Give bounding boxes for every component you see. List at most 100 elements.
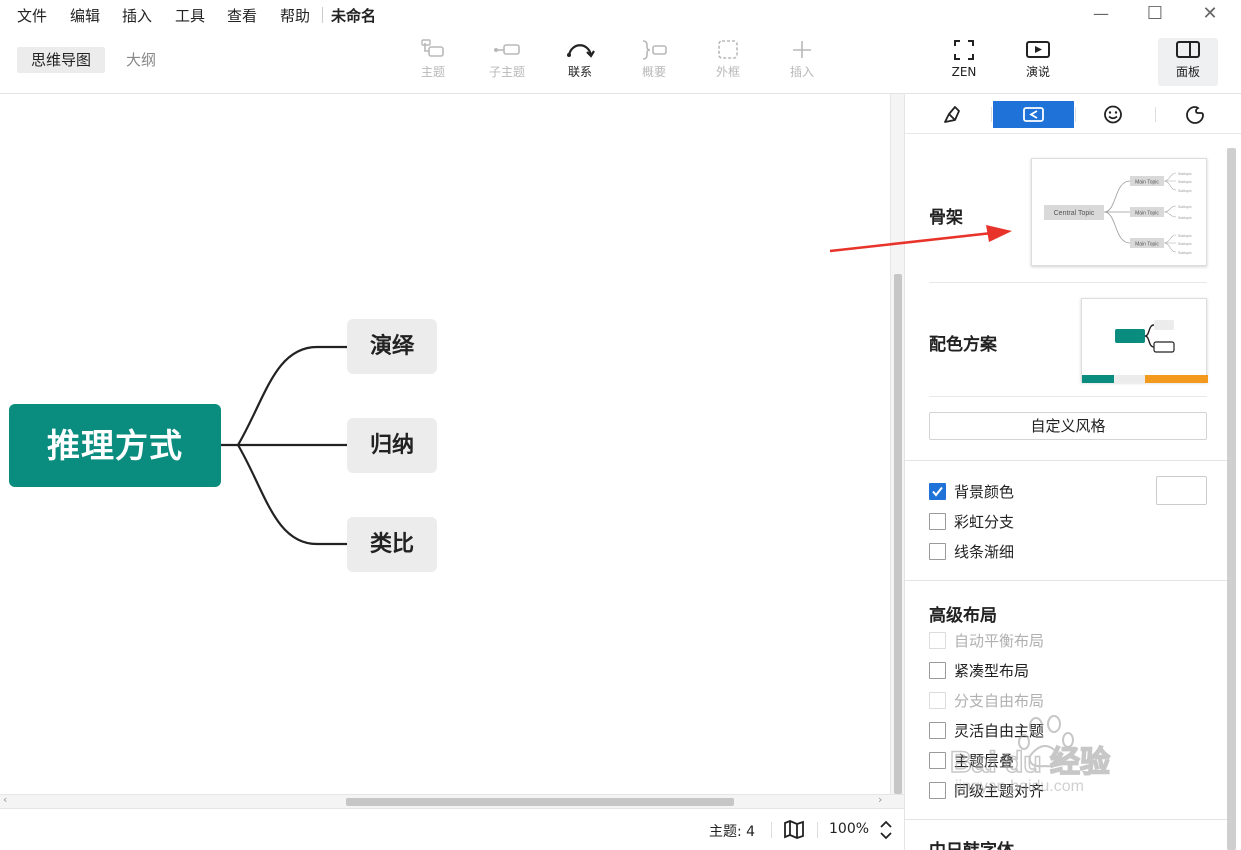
checkbox[interactable] [929,692,946,709]
preview-sub: Subtopic [1178,205,1192,209]
topic-count: 主题: 4 [709,824,756,840]
summary-icon [642,40,667,60]
section-divider [929,282,1207,283]
subtopic-label: 子主题 [488,65,525,79]
preview-main: Main Topic [1135,242,1159,248]
status-separator [771,822,772,838]
panel-icon [1176,41,1200,58]
scroll-left-icon[interactable]: ‹ [3,793,7,806]
checkbox[interactable] [929,632,946,649]
preview-sub: Subtopic [1178,189,1192,193]
option-compact-layout[interactable]: 紧凑型布局 [929,661,1129,681]
preview-main: Main Topic [1135,211,1159,217]
zen-button[interactable]: ZEN [934,38,994,86]
option-auto-balance[interactable]: 自动平衡布局 [929,631,1129,651]
main-topic-induction[interactable]: 归纳 [347,418,437,473]
tab-mindmap[interactable]: 思维导图 [17,47,106,73]
option-rainbow-branch[interactable]: 彩虹分支 [929,512,1129,532]
tab-outline[interactable]: 大纲 [112,47,170,73]
panel-tabs [905,94,1241,134]
menu-view[interactable]: 查看 [227,5,257,26]
relationship-button[interactable]: 联系 [550,38,610,86]
option-flexible-floating[interactable]: 灵活自由主题 [929,721,1129,741]
color-scheme-diagram [1082,320,1208,383]
scroll-thumb[interactable] [346,798,734,806]
checkbox-checked[interactable] [929,483,946,500]
pitch-button[interactable]: 演说 [1008,38,1068,86]
close-button[interactable]: ✕ [1195,3,1225,25]
preview-sub: Subtopic [1178,180,1192,184]
insert-button[interactable]: 插入 [772,38,832,86]
central-topic[interactable]: 推理方式 [9,404,221,487]
option-free-branch[interactable]: 分支自由布局 [929,691,1129,711]
checkbox[interactable] [929,662,946,679]
checkbox[interactable] [929,782,946,799]
menu-insert[interactable]: 插入 [122,5,152,26]
menu-tools[interactable]: 工具 [175,5,205,26]
annotation-arrow [829,225,1012,253]
menu-separator [322,7,323,23]
main-topic-analogy[interactable]: 类比 [347,517,437,572]
color-scheme-label: 配色方案 [929,335,997,355]
panel-button[interactable]: 面板 [1158,38,1218,86]
format-panel: 骨架 Central Topic Main Topic Main Topic M… [904,94,1241,850]
summary-label: 概要 [641,65,666,79]
panel-label: 面板 [1175,65,1200,79]
checkbox[interactable] [929,752,946,769]
check-icon [932,486,943,497]
tab-icons[interactable] [1073,101,1154,128]
preview-sub: Subtopic [1178,234,1192,238]
section-divider [905,819,1227,820]
boundary-icon [718,40,738,59]
option-topic-overlap[interactable]: 主题层叠 [929,751,1129,771]
skeleton-preview[interactable]: Central Topic Main Topic Main Topic Main… [1031,158,1207,266]
option-label: 主题层叠 [954,752,1015,770]
panel-scrollbar[interactable] [1227,148,1236,850]
preview-main: Main Topic [1135,180,1159,186]
preview-sub: Subtopic [1178,172,1192,176]
option-background-color[interactable]: 背景颜色 [929,482,1129,502]
menu-edit[interactable]: 编辑 [70,5,100,26]
boundary-button[interactable]: 外框 [698,38,758,86]
maximize-button[interactable]: ☐ [1140,3,1170,25]
advanced-layout-label: 高级布局 [929,606,997,626]
minimize-button[interactable]: — [1086,3,1116,25]
summary-button[interactable]: 概要 [624,38,684,86]
option-tapered-lines[interactable]: 线条渐细 [929,542,1129,562]
option-label: 紧凑型布局 [954,662,1030,680]
canvas-horizontal-scrollbar[interactable]: ‹ › [0,793,904,808]
custom-style-button[interactable]: 自定义风格 [929,412,1207,440]
main-topic-deduction[interactable]: 演绎 [347,319,437,374]
scroll-thumb[interactable] [894,274,902,794]
subtopic-icon [494,44,520,55]
tab-style[interactable] [911,101,992,128]
document-title: 未命名 [331,7,377,25]
scroll-right-icon[interactable]: › [878,793,882,806]
smiley-icon [1104,105,1122,124]
map-icon[interactable] [783,820,805,839]
menu-bar: 文件 编辑 插入 工具 查看 帮助 未命名 — ☐ ✕ [0,0,1241,30]
menu-file[interactable]: 文件 [17,5,47,26]
subtopic-button[interactable]: 子主题 [477,38,537,86]
option-align-siblings[interactable]: 同级主题对齐 [929,781,1129,801]
checkbox[interactable] [929,513,946,530]
fullscreen-icon [954,40,974,60]
zoom-stepper-icon[interactable] [879,819,893,841]
tab-theme[interactable] [1155,101,1236,128]
boundary-label: 外框 [715,65,740,79]
plus-icon [793,41,811,58]
skeleton-diagram: Central Topic Main Topic Main Topic Main… [1044,172,1192,255]
canvas-vertical-scrollbar[interactable] [890,94,904,794]
checkbox[interactable] [929,543,946,560]
relationship-label: 联系 [567,65,592,79]
color-scheme-preview[interactable] [1081,298,1208,383]
checkbox[interactable] [929,722,946,739]
option-label: 背景颜色 [954,483,1015,501]
option-label: 彩虹分支 [954,513,1015,531]
mindmap-canvas[interactable]: 推理方式 演绎 归纳 类比 [0,94,890,794]
menu-help[interactable]: 帮助 [280,5,310,26]
background-color-swatch[interactable] [1156,476,1207,505]
topic-button[interactable]: 主题 [403,38,463,86]
tab-map-format[interactable] [993,101,1074,128]
option-label: 分支自由布局 [954,692,1045,710]
